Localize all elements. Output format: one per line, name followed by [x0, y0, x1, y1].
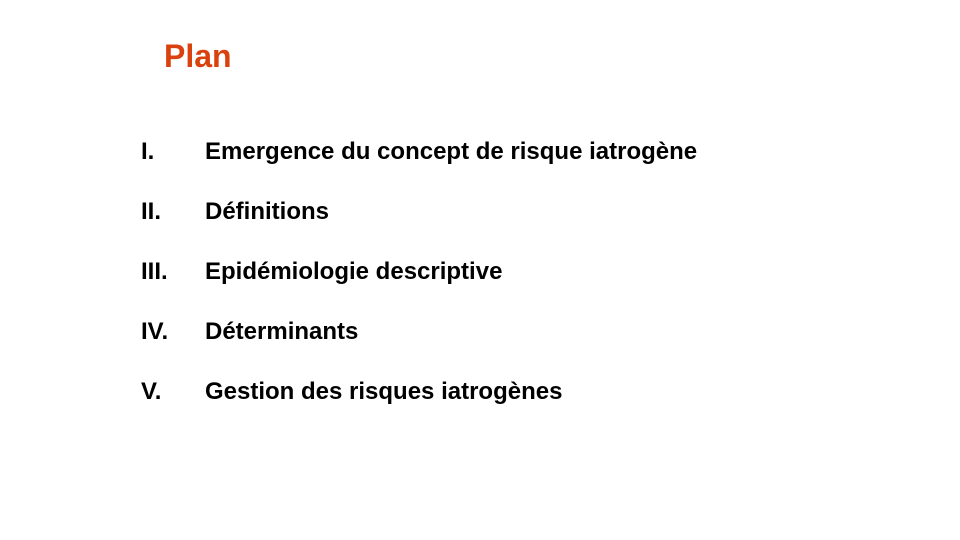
slide-title: Plan [164, 38, 232, 74]
outline-label: Epidémiologie descriptive [205, 258, 503, 285]
outline-numeral: III. [141, 258, 168, 285]
outline-numeral: IV. [141, 318, 169, 345]
outline-item-1: I. Emergence du concept de risque iatrog… [141, 136, 697, 196]
outline-numeral: I. [141, 138, 155, 165]
outline-label: Définitions [205, 198, 329, 225]
outline-label: Gestion des risques iatrogènes [205, 378, 563, 405]
outline-item-3: III. Epidémiologie descriptive [141, 256, 697, 316]
outline-numeral: V. [141, 378, 162, 405]
outline-label: Emergence du concept de risque iatrogène [205, 138, 698, 165]
slide: Plan I. Emergence du concept de risque i… [0, 0, 960, 540]
outline-item-2: II. Définitions [141, 196, 697, 256]
outline-item-5: V. Gestion des risques iatrogènes [141, 376, 697, 436]
outline-item-4: IV. Déterminants [141, 316, 697, 376]
outline-list: I. Emergence du concept de risque iatrog… [141, 136, 697, 436]
outline-label: Déterminants [205, 318, 359, 345]
outline-numeral: II. [141, 198, 162, 225]
